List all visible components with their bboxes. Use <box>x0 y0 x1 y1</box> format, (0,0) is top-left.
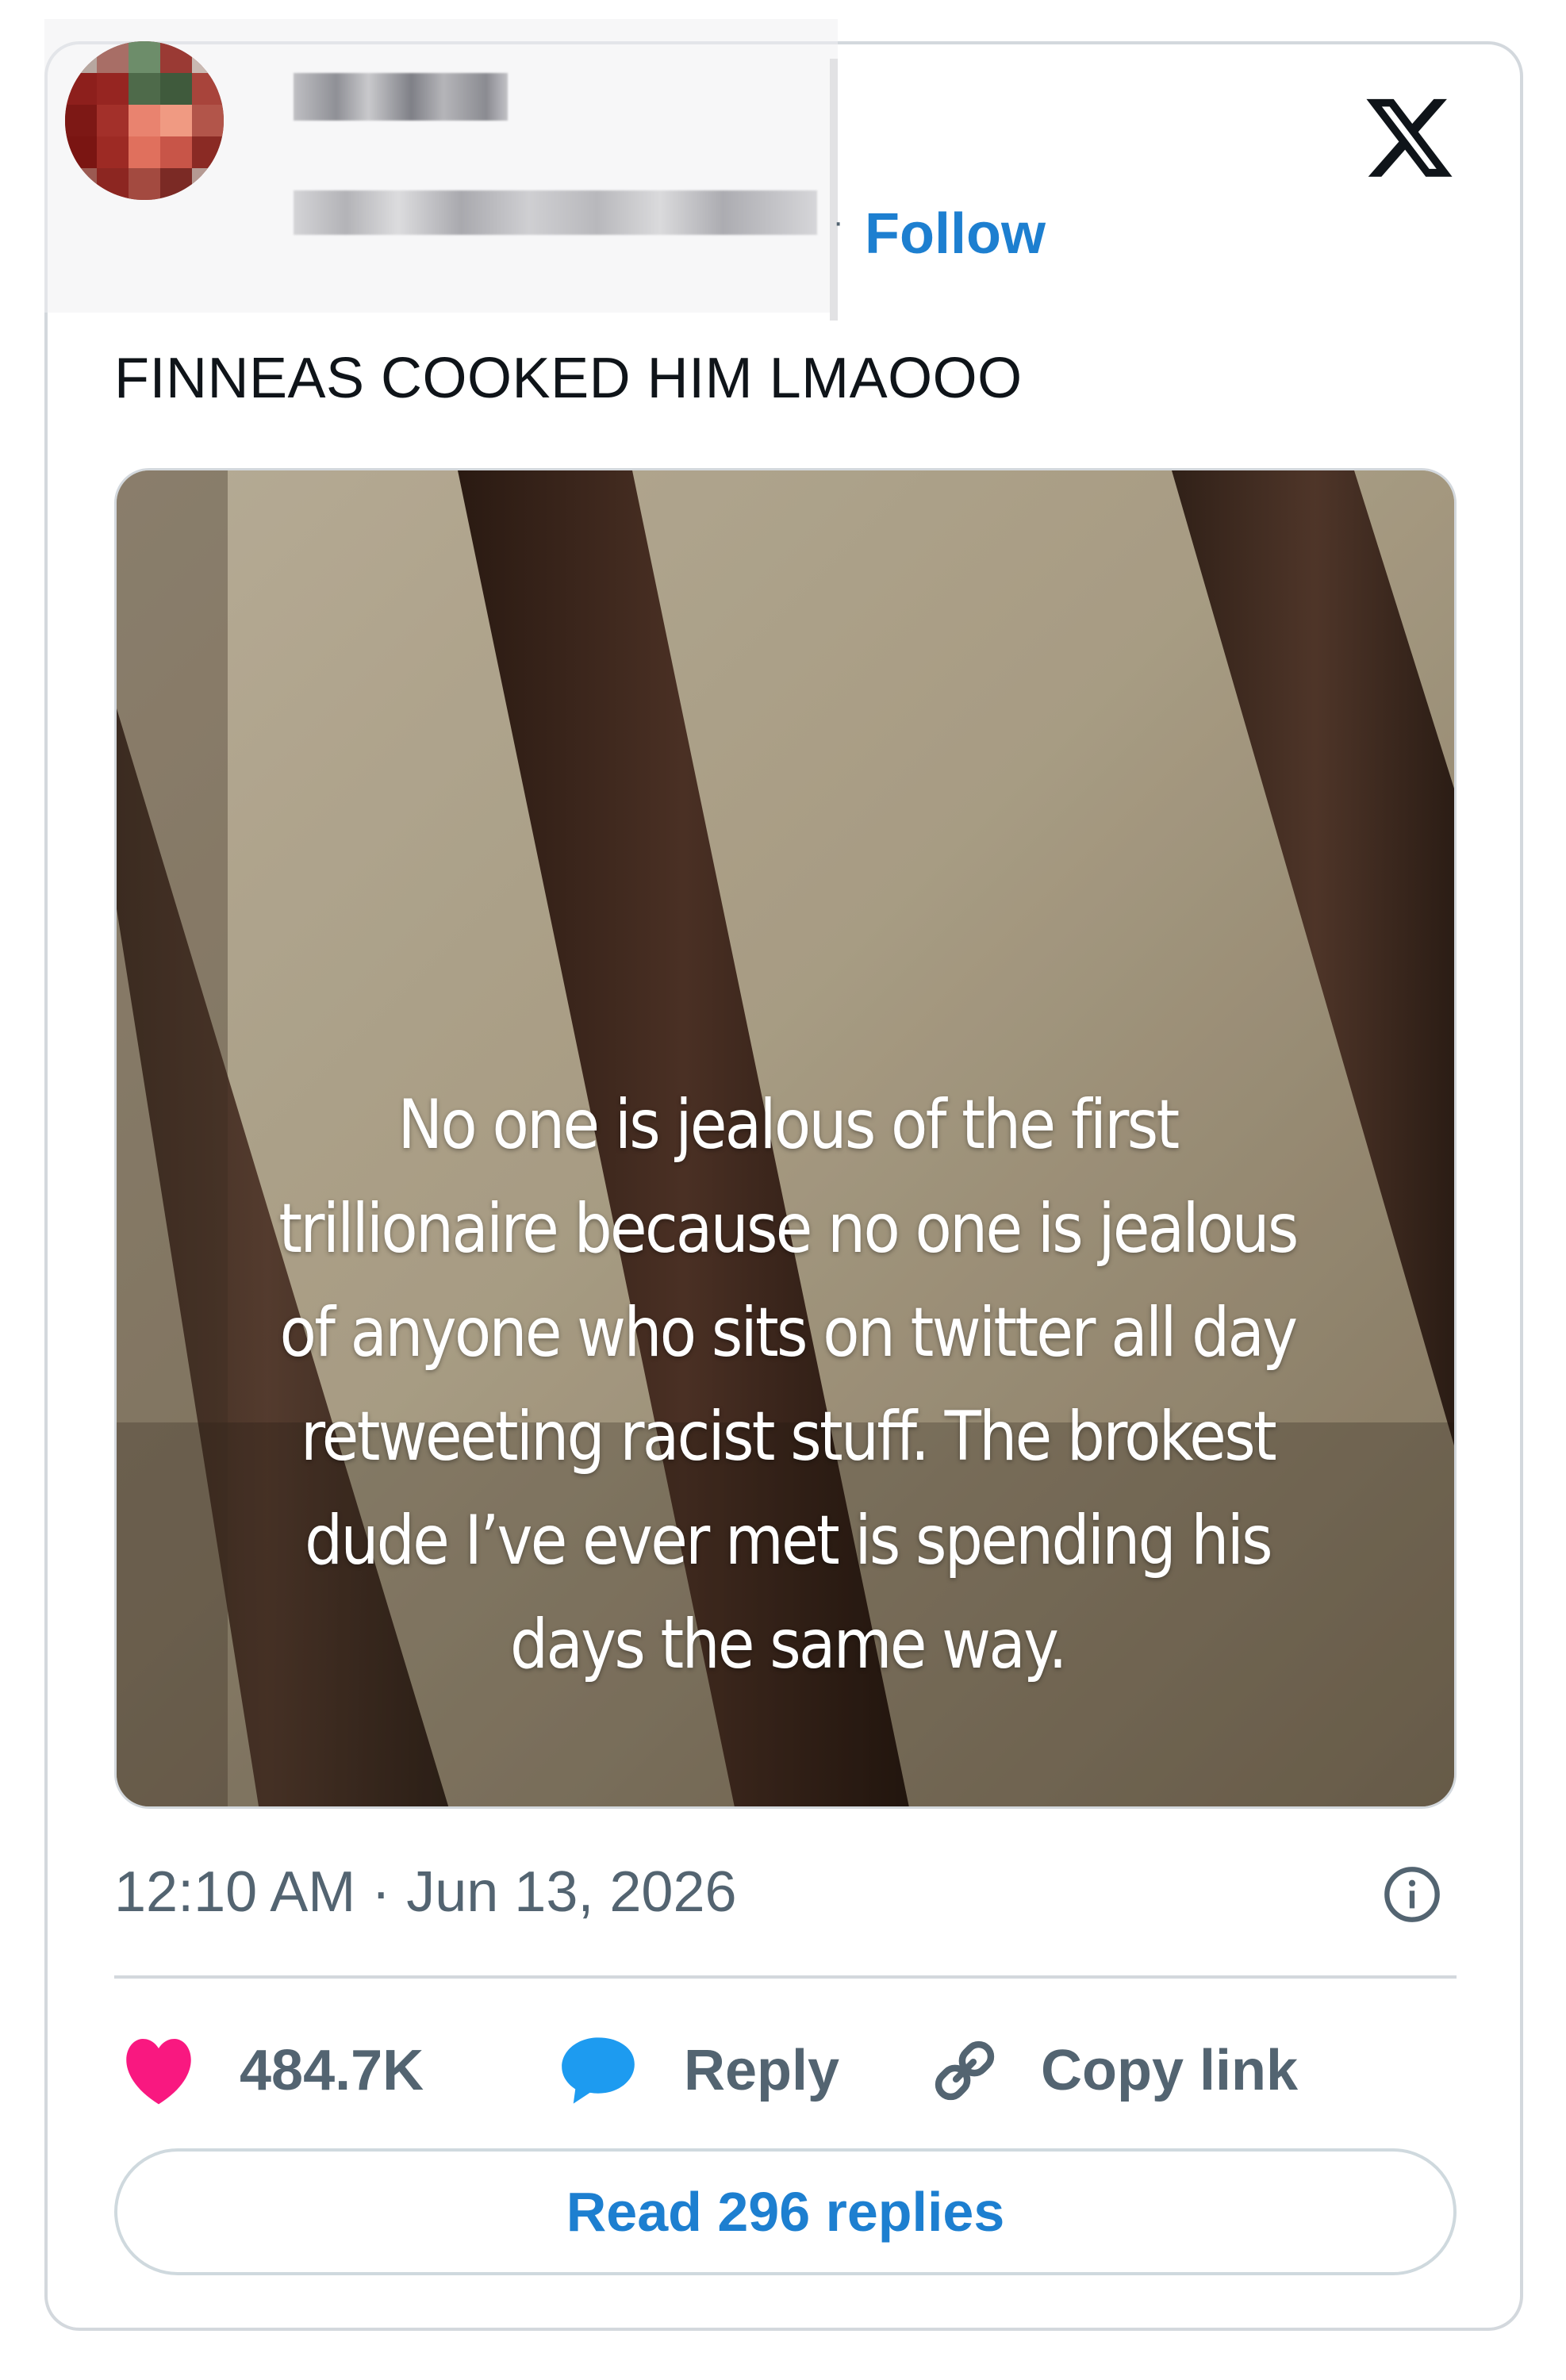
read-replies-label: Read 296 replies <box>566 2181 1005 2243</box>
reply-label: Reply <box>684 2039 840 2102</box>
reply-button[interactable]: Reply <box>558 2031 839 2110</box>
like-button[interactable]: 484.7K <box>121 2031 424 2110</box>
media-caption-text: No one is jealous of the first trilliona… <box>278 1085 1299 1684</box>
x-logo-icon[interactable] <box>1363 95 1457 184</box>
avatar[interactable] <box>65 41 224 200</box>
action-bar: 484.7K Reply Copy link <box>114 2031 1457 2110</box>
tweet-text: FINNEAS COOKED HIM LMAOOO <box>114 347 1023 410</box>
tweet-timestamp[interactable]: 12:10 AM · Jun 13, 2026 <box>114 1856 737 1928</box>
follow-separator: · <box>833 205 844 240</box>
redaction-edge <box>830 59 838 321</box>
divider <box>114 1975 1457 1979</box>
speech-bubble-icon <box>562 2037 635 2104</box>
read-replies-button[interactable]: Read 296 replies <box>114 2148 1457 2275</box>
info-icon[interactable] <box>1382 1864 1442 1925</box>
link-icon <box>935 2040 995 2101</box>
like-count: 484.7K <box>240 2039 424 2102</box>
display-name-redacted[interactable] <box>294 73 508 121</box>
copy-link-button[interactable]: Copy link <box>928 2031 1298 2110</box>
follow-button[interactable]: Follow <box>865 198 1046 270</box>
tweet-media-image[interactable]: No one is jealous of the first trilliona… <box>114 468 1457 1809</box>
heart-icon <box>126 2039 191 2105</box>
copy-link-label: Copy link <box>1041 2039 1299 2102</box>
username-redacted[interactable] <box>294 190 817 235</box>
